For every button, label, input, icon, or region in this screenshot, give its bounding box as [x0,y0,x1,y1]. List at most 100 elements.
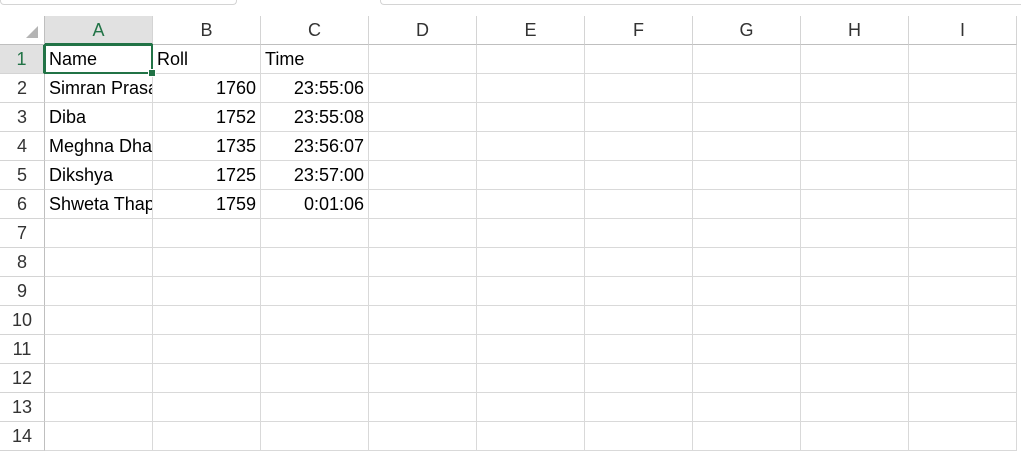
cell-e8[interactable] [477,248,585,277]
cell-h1[interactable] [801,45,909,74]
cell-i4[interactable] [909,132,1017,161]
row-header-11[interactable]: 11 [0,335,45,364]
cell-g3[interactable] [693,103,801,132]
column-header-f[interactable]: F [585,16,693,45]
cell-i1[interactable] [909,45,1017,74]
cell-b8[interactable] [153,248,261,277]
cell-a2[interactable]: Simran Prasad [45,74,153,103]
row-header-14[interactable]: 14 [0,422,45,451]
cell-e14[interactable] [477,422,585,451]
cell-a10[interactable] [45,306,153,335]
cell-d12[interactable] [369,364,477,393]
cell-g8[interactable] [693,248,801,277]
cell-c6[interactable]: 0:01:06 [261,190,369,219]
cell-g12[interactable] [693,364,801,393]
cell-d14[interactable] [369,422,477,451]
cell-a5[interactable]: Dikshya [45,161,153,190]
cell-c13[interactable] [261,393,369,422]
cell-c2[interactable]: 23:55:06 [261,74,369,103]
cell-g14[interactable] [693,422,801,451]
cell-i10[interactable] [909,306,1017,335]
cell-i6[interactable] [909,190,1017,219]
row-header-1[interactable]: 1 [0,45,45,74]
cell-h4[interactable] [801,132,909,161]
cell-h14[interactable] [801,422,909,451]
column-header-a[interactable]: A [45,16,153,45]
cell-f14[interactable] [585,422,693,451]
cell-e9[interactable] [477,277,585,306]
cell-d11[interactable] [369,335,477,364]
cell-d3[interactable] [369,103,477,132]
cell-e4[interactable] [477,132,585,161]
row-header-6[interactable]: 6 [0,190,45,219]
cell-h7[interactable] [801,219,909,248]
cell-f5[interactable] [585,161,693,190]
cell-d1[interactable] [369,45,477,74]
cell-a11[interactable] [45,335,153,364]
cell-g2[interactable] [693,74,801,103]
cell-h12[interactable] [801,364,909,393]
cell-b14[interactable] [153,422,261,451]
cell-b2[interactable]: 1760 [153,74,261,103]
cell-a9[interactable] [45,277,153,306]
cell-e6[interactable] [477,190,585,219]
cell-h5[interactable] [801,161,909,190]
cell-a4[interactable]: Meghna Dhakal [45,132,153,161]
cell-b4[interactable]: 1735 [153,132,261,161]
cell-f7[interactable] [585,219,693,248]
cell-c12[interactable] [261,364,369,393]
cell-b1[interactable]: Roll [153,45,261,74]
cell-h13[interactable] [801,393,909,422]
cell-h3[interactable] [801,103,909,132]
row-header-13[interactable]: 13 [0,393,45,422]
cell-b12[interactable] [153,364,261,393]
cell-g13[interactable] [693,393,801,422]
column-header-h[interactable]: H [801,16,909,45]
cell-b6[interactable]: 1759 [153,190,261,219]
row-header-10[interactable]: 10 [0,306,45,335]
column-header-i[interactable]: I [909,16,1017,45]
row-header-8[interactable]: 8 [0,248,45,277]
cell-a14[interactable] [45,422,153,451]
cell-i7[interactable] [909,219,1017,248]
cell-f11[interactable] [585,335,693,364]
cell-d2[interactable] [369,74,477,103]
cell-i12[interactable] [909,364,1017,393]
column-header-g[interactable]: G [693,16,801,45]
cell-i5[interactable] [909,161,1017,190]
cell-a8[interactable] [45,248,153,277]
cell-d8[interactable] [369,248,477,277]
cell-b9[interactable] [153,277,261,306]
cell-f2[interactable] [585,74,693,103]
cell-b3[interactable]: 1752 [153,103,261,132]
cell-i8[interactable] [909,248,1017,277]
cell-e11[interactable] [477,335,585,364]
cell-f4[interactable] [585,132,693,161]
cell-d9[interactable] [369,277,477,306]
row-header-4[interactable]: 4 [0,132,45,161]
cell-g1[interactable] [693,45,801,74]
cell-i9[interactable] [909,277,1017,306]
cell-a7[interactable] [45,219,153,248]
row-header-12[interactable]: 12 [0,364,45,393]
cell-g11[interactable] [693,335,801,364]
cell-b11[interactable] [153,335,261,364]
cell-c5[interactable]: 23:57:00 [261,161,369,190]
cell-b7[interactable] [153,219,261,248]
cell-e5[interactable] [477,161,585,190]
cell-h11[interactable] [801,335,909,364]
row-header-2[interactable]: 2 [0,74,45,103]
cell-e7[interactable] [477,219,585,248]
cell-g5[interactable] [693,161,801,190]
cell-c7[interactable] [261,219,369,248]
cell-g7[interactable] [693,219,801,248]
column-header-e[interactable]: E [477,16,585,45]
cell-g4[interactable] [693,132,801,161]
cell-d4[interactable] [369,132,477,161]
cell-g10[interactable] [693,306,801,335]
cell-e12[interactable] [477,364,585,393]
cell-i14[interactable] [909,422,1017,451]
cell-i2[interactable] [909,74,1017,103]
cell-e13[interactable] [477,393,585,422]
cell-d13[interactable] [369,393,477,422]
